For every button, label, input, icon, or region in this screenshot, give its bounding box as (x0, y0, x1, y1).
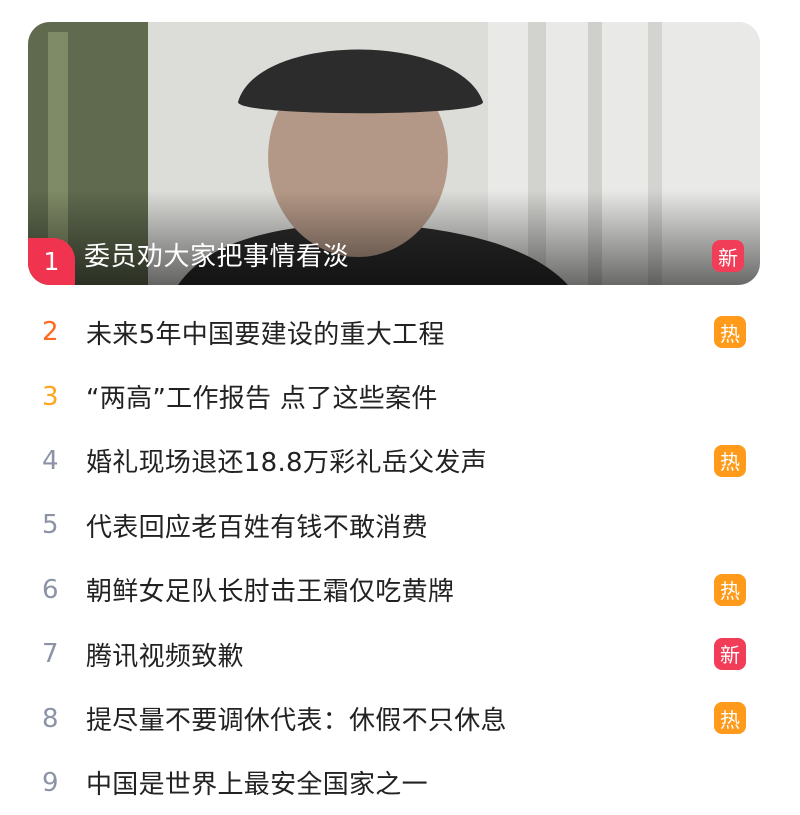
rank-number: 2 (42, 317, 59, 348)
trending-title[interactable]: 提尽量不要调休代表：休假不只休息 (86, 700, 507, 737)
rank-number: 9 (42, 767, 59, 798)
featured-title[interactable]: 委员劝大家把事情看淡 (84, 236, 349, 273)
hot-tag: 热 (714, 316, 746, 348)
trending-list: 2 未来5年中国要建设的重大工程 热 3 “两高”工作报告 点了这些案件 4 婚… (28, 300, 760, 815)
new-tag: 新 (714, 637, 746, 670)
trending-title[interactable]: 代表回应老百姓有钱不敢消费 (86, 507, 428, 544)
hot-tag: 热 (714, 444, 746, 477)
trending-item[interactable]: 7 腾讯视频致歉 新 (28, 622, 760, 686)
trending-item[interactable]: 3 “两高”工作报告 点了这些案件 (28, 364, 760, 428)
trending-item[interactable]: 4 婚礼现场退还18.8万彩礼岳父发声 热 (28, 429, 760, 493)
featured-news-card[interactable]: 1 委员劝大家把事情看淡 新 (28, 22, 760, 285)
trending-title[interactable]: “两高”工作报告 点了这些案件 (86, 378, 438, 415)
trending-item[interactable]: 8 提尽量不要调休代表：休假不只休息 热 (28, 686, 760, 750)
rank-number: 7 (42, 639, 59, 670)
rank-number: 4 (42, 445, 59, 476)
rank-number: 8 (42, 703, 59, 734)
trending-title[interactable]: 朝鲜女足队长肘击王霜仅吃黄牌 (86, 571, 454, 608)
trending-title[interactable]: 腾讯视频致歉 (86, 636, 244, 673)
trending-title[interactable]: 中国是世界上最安全国家之一 (86, 764, 428, 801)
trending-title[interactable]: 未来5年中国要建设的重大工程 (86, 314, 445, 351)
rank-badge: 1 (28, 238, 75, 285)
hot-tag: 热 (714, 573, 746, 606)
trending-title[interactable]: 婚礼现场退还18.8万彩礼岳父发声 (86, 442, 487, 479)
trending-item[interactable]: 5 代表回应老百姓有钱不敢消费 (28, 493, 760, 557)
trending-item[interactable]: 9 中国是世界上最安全国家之一 (28, 751, 760, 815)
new-tag: 新 (712, 240, 744, 272)
rank-number: 6 (42, 574, 59, 605)
rank-number: 3 (42, 381, 59, 412)
rank-number: 5 (42, 510, 59, 541)
hot-tag: 热 (714, 702, 746, 735)
trending-item[interactable]: 2 未来5年中国要建设的重大工程 热 (28, 300, 760, 364)
trending-item[interactable]: 6 朝鲜女足队长肘击王霜仅吃黄牌 热 (28, 558, 760, 622)
